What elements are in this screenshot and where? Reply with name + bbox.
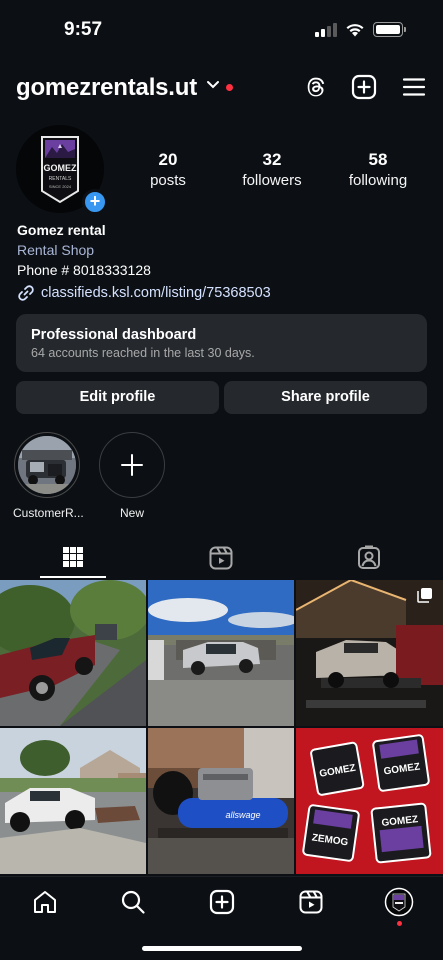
tagged-icon	[358, 545, 380, 569]
following-count: 58	[368, 150, 388, 169]
tab-grid[interactable]	[40, 540, 106, 580]
svg-text:allswage: allswage	[225, 810, 260, 820]
grid-icon	[63, 547, 83, 567]
nav-profile[interactable]	[384, 887, 414, 917]
following-stat[interactable]: 58 following	[333, 150, 423, 189]
display-name: Gomez rental	[17, 222, 106, 238]
highlight-cover-image	[18, 436, 76, 494]
plus-icon	[121, 454, 143, 476]
dashboard-title: Professional dashboard	[31, 327, 197, 343]
link-icon	[18, 285, 34, 301]
nav-create[interactable]	[207, 887, 237, 917]
logo-text-since: SINCE 2024	[49, 184, 72, 189]
post-air-compressor[interactable]: allswage	[148, 728, 294, 874]
profile-avatar-icon	[384, 887, 414, 917]
active-tab-indicator	[40, 576, 106, 578]
battery-icon	[373, 22, 406, 37]
highlight-new-label: New	[119, 506, 144, 520]
following-label: following	[348, 172, 408, 189]
cellular-signal-icon	[315, 22, 337, 37]
status-time: 9:57	[64, 19, 103, 40]
profile-header: gomezrentals.ut	[0, 68, 443, 108]
nav-reels[interactable]	[296, 887, 326, 917]
tab-reels[interactable]	[188, 540, 254, 580]
username-switcher[interactable]: gomezrentals.ut	[16, 74, 197, 102]
post-white-truck-street[interactable]	[0, 728, 146, 874]
logo-text-gomez: GOMEZ	[44, 163, 78, 173]
post-gomez-stickers[interactable]: GOMEZ GOMEZ ZEMOG GOMEZ	[296, 728, 443, 874]
highlight-customer-reviews[interactable]: CustomerR...	[13, 432, 84, 520]
post-red-truck[interactable]	[0, 580, 146, 726]
followers-count: 32	[262, 150, 282, 169]
phone-text: Phone # 8018333128	[17, 262, 151, 278]
nav-search[interactable]	[118, 887, 148, 917]
profile-bio: Gomez rental Rental Shop Phone # 8018333…	[17, 220, 151, 280]
followers-label: followers	[242, 172, 302, 189]
status-bar: 9:57	[0, 0, 443, 60]
posts-count: 20	[158, 150, 178, 169]
status-icons	[315, 22, 406, 37]
bio-link-text[interactable]: classifieds.ksl.com/listing/75368503	[41, 285, 271, 301]
tab-tagged[interactable]	[336, 540, 402, 580]
chevron-down-icon[interactable]	[206, 80, 220, 90]
wifi-icon	[346, 24, 364, 37]
profile-tabs	[0, 540, 443, 580]
bio-link[interactable]: classifieds.ksl.com/listing/75368503	[17, 284, 271, 302]
share-profile-button[interactable]: Share profile	[224, 381, 427, 414]
home-icon	[34, 891, 56, 913]
highlight-new[interactable]: New	[98, 432, 166, 520]
add-story-button[interactable]: +	[82, 189, 108, 215]
followers-stat[interactable]: 32 followers	[227, 150, 317, 189]
search-icon	[121, 890, 145, 914]
post-car-on-trailer-night[interactable]	[296, 580, 443, 726]
bottom-navigation	[0, 876, 443, 960]
profile-notification-dot	[397, 921, 402, 926]
posts-grid: allswage GOMEZ GOMEZ ZEMOG GOMEZ	[0, 580, 443, 874]
posts-label: posts	[150, 172, 186, 189]
reels-icon	[209, 546, 233, 570]
edit-profile-button[interactable]: Edit profile	[16, 381, 219, 414]
post-silver-truck-trailer[interactable]	[148, 580, 294, 726]
nav-home[interactable]	[30, 887, 60, 917]
category-label[interactable]: Rental Shop	[17, 240, 151, 260]
reels-icon	[299, 890, 323, 914]
home-indicator[interactable]	[142, 946, 302, 951]
create-icon	[209, 889, 235, 915]
highlight-label: CustomerR...	[13, 506, 84, 520]
create-post-icon[interactable]	[351, 74, 377, 100]
dashboard-subtitle: 64 accounts reached in the last 30 days.	[31, 346, 255, 360]
threads-icon[interactable]	[303, 74, 329, 100]
logo-text-rentals: RENTALS	[49, 176, 72, 182]
professional-dashboard-card[interactable]: Professional dashboard 64 accounts reach…	[16, 314, 427, 372]
notification-dot	[226, 84, 233, 91]
posts-stat[interactable]: 20 posts	[123, 150, 213, 189]
menu-icon[interactable]	[401, 74, 427, 100]
profile-avatar[interactable]: GOMEZ RENTALS SINCE 2024 +	[16, 125, 108, 215]
